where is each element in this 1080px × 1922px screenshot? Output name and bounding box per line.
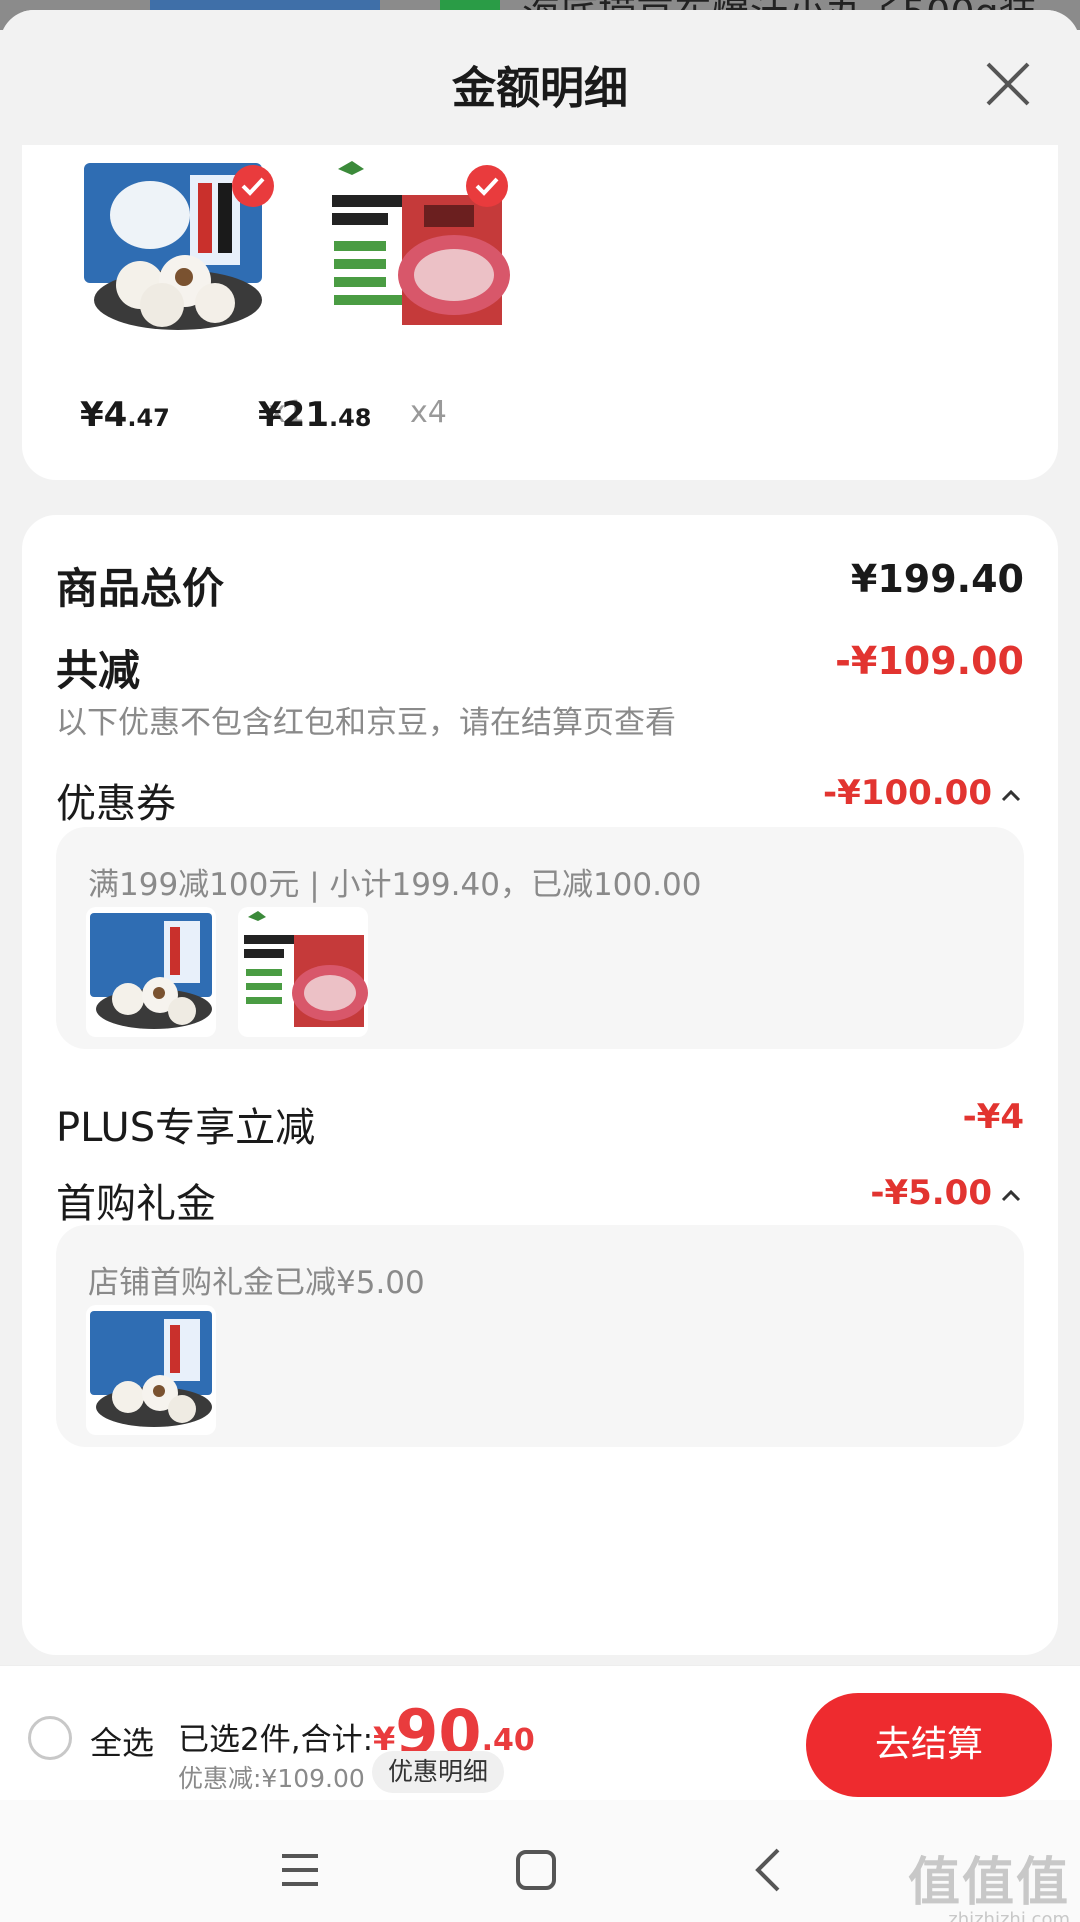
sheet-title: 金额明细 (452, 63, 628, 114)
select-all-radio[interactable] (28, 1716, 72, 1760)
coupon-detail-text: 满199减100元 | 小计199.40，已减100.00 (88, 867, 702, 903)
coupon-row[interactable]: 优惠券 -¥100.00 (56, 771, 1024, 827)
selected-count-text: 已选2件,合计: (178, 1722, 374, 1758)
product-price-beef-roll: ¥21.48 (258, 395, 372, 435)
product-qty-beef-roll: x4 (410, 395, 447, 430)
plus-discount-label: PLUS专享立减 (56, 1105, 316, 1151)
checkout-button[interactable]: 去结算 (806, 1693, 1052, 1797)
total-price-row: 商品总价 ¥199.40 (56, 555, 1024, 613)
coupon-value: -¥100.00 (823, 773, 1024, 813)
home-icon[interactable] (496, 1830, 576, 1910)
sheet-header: 金额明细 (0, 10, 1080, 155)
plus-discount-value: -¥4 (962, 1097, 1024, 1137)
total-reduction-value: -¥109.00 (835, 639, 1024, 683)
selected-check-icon[interactable] (466, 165, 508, 207)
coupon-detail-box: 满199减100元 | 小计199.40，已减100.00 (56, 827, 1024, 1049)
back-icon[interactable] (730, 1830, 810, 1910)
page: 海底捞京东爆汁小丸子500g装 金额明细 (0, 0, 1080, 1922)
product-list-card: ¥4.47 x1 ¥21.48 x4 (22, 145, 1058, 480)
coupon-product-thumb-meatball (86, 907, 216, 1037)
first-buy-row[interactable]: 首购礼金 -¥5.00 (56, 1171, 1024, 1227)
plus-discount-row: PLUS专享立减 -¥4 (56, 1095, 1024, 1151)
total-price-label: 商品总价 (56, 564, 225, 613)
reduction-note-text: 以下优惠不包含红包和京豆，请在结算页查看 (56, 705, 676, 741)
close-icon[interactable] (980, 56, 1036, 112)
coupon-product-thumb-beef-roll (238, 907, 368, 1037)
watermark: 值值值 zhizhizhi.com (908, 1840, 1070, 1922)
discount-text: 优惠减:¥109.00 (178, 1764, 365, 1793)
total-price-value: ¥199.40 (850, 557, 1024, 601)
first-buy-detail-text: 店铺首购礼金已减¥5.00 (88, 1265, 425, 1301)
total-reduction-row: 共减 -¥109.00 (56, 637, 1024, 695)
first-buy-label: 首购礼金 (56, 1181, 216, 1227)
select-all-label[interactable]: 全选 (90, 1718, 154, 1764)
product-price-meatball: ¥4.47 (80, 395, 170, 435)
total-reduction-label: 共减 (56, 646, 141, 695)
watermark-logo: 值值值 (907, 1853, 1070, 1913)
selected-check-icon[interactable] (232, 165, 274, 207)
coupon-label: 优惠券 (56, 781, 176, 827)
first-buy-detail-box: 店铺首购礼金已减¥5.00 (56, 1225, 1024, 1447)
product-item-beef-roll[interactable]: ¥21.48 x4 (258, 145, 546, 445)
chevron-up-icon[interactable] (998, 1180, 1024, 1210)
price-breakdown-card: 商品总价 ¥199.40 共减 -¥109.00 以下优惠不包含红包和京豆，请在… (22, 515, 1058, 1655)
chevron-up-icon[interactable] (998, 780, 1024, 810)
first-buy-product-thumb-meatball (86, 1305, 216, 1435)
checkout-bar: 全选 已选2件,合计:¥90.40 优惠减:¥109.00 优惠明细 去结算 (0, 1665, 1080, 1800)
discount-detail-button[interactable]: 优惠明细 (372, 1751, 505, 1793)
amount-detail-sheet: 金额明细 ¥4.47 x1 ¥21.48 x4 商品总价 ¥199.40 共减 … (0, 10, 1080, 1922)
system-nav-bar: 值值值 zhizhizhi.com (0, 1800, 1080, 1922)
first-buy-value: -¥5.00 (870, 1173, 1024, 1213)
menu-icon[interactable] (260, 1830, 340, 1910)
